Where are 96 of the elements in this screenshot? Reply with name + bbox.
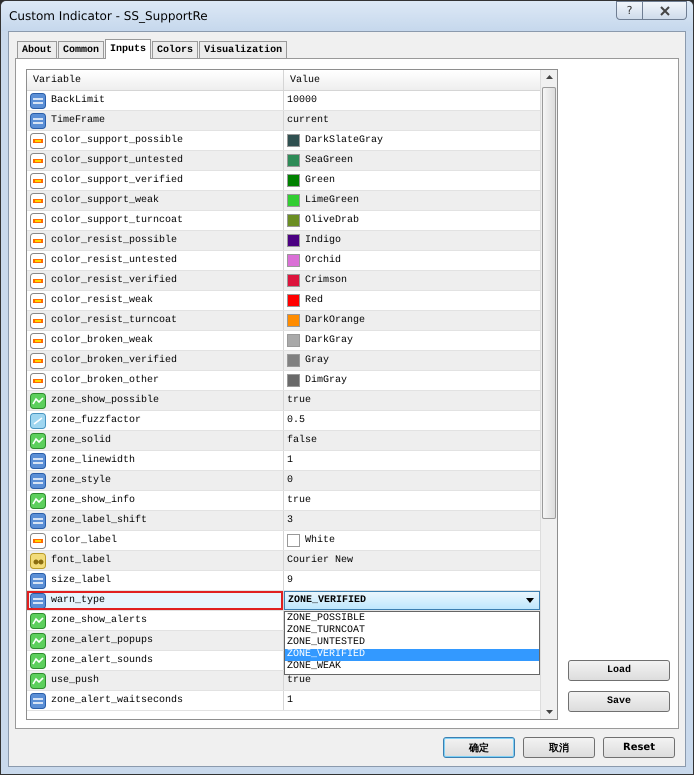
variable-cell[interactable]: zone_solid xyxy=(27,431,283,450)
value-cell[interactable]: OliveDrab xyxy=(305,215,360,226)
variable-cell[interactable]: zone_style xyxy=(27,471,283,490)
value-cell[interactable]: LimeGreen xyxy=(305,195,360,206)
dialog-button[interactable]: 确定 xyxy=(443,737,515,758)
value-cell[interactable]: true xyxy=(287,495,312,506)
variable-cell[interactable]: warn_type xyxy=(27,591,283,610)
value-cell[interactable]: true xyxy=(287,395,312,406)
bool-type-icon xyxy=(30,432,46,448)
palette-icon xyxy=(30,312,46,328)
dropdown-option[interactable]: ZONE_POSSIBLE xyxy=(285,613,539,625)
value-cell[interactable]: DarkGray xyxy=(305,335,354,346)
value-cell[interactable]: DarkSlateGray xyxy=(305,135,384,146)
tab[interactable]: About xyxy=(17,41,58,58)
variable-cell[interactable]: color_support_weak xyxy=(27,191,283,210)
value-cell[interactable]: White xyxy=(305,535,336,546)
palette-icon xyxy=(30,352,46,368)
variable-cell[interactable]: color_resist_possible xyxy=(27,231,283,250)
int-type-icon xyxy=(30,512,46,528)
variable-cell[interactable]: color_support_turncoat xyxy=(27,211,283,230)
variable-cell[interactable]: color_support_untested xyxy=(27,151,283,170)
value-cell[interactable]: true xyxy=(287,675,312,686)
value-cell[interactable]: Gray xyxy=(305,355,330,366)
variable-cell[interactable]: zone_show_possible xyxy=(27,391,283,410)
help-button[interactable]: ? xyxy=(616,1,643,20)
variable-cell[interactable]: color_label xyxy=(27,531,283,550)
variable-cell[interactable]: size_label xyxy=(27,571,283,590)
caret-icon xyxy=(526,598,534,603)
variable-cell[interactable]: color_support_verified xyxy=(27,171,283,190)
variable-cell[interactable]: TimeFrame xyxy=(27,111,283,130)
value-cell[interactable]: 3 xyxy=(287,515,294,526)
bool-type-icon xyxy=(30,672,46,688)
dialog-button[interactable]: Reset xyxy=(603,737,675,758)
variable-cell[interactable]: color_resist_verified xyxy=(27,271,283,290)
window-title: Custom Indicator - SS_SupportRe xyxy=(9,9,208,23)
dialog-button[interactable]: 取消 xyxy=(523,737,595,758)
variable-cell[interactable]: BackLimit xyxy=(27,91,283,110)
close-icon xyxy=(660,6,670,16)
variable-cell[interactable]: color_resist_untested xyxy=(27,251,283,270)
scrollbar[interactable] xyxy=(540,70,557,719)
side-button[interactable]: Load xyxy=(568,660,670,681)
variable-cell[interactable]: zone_alert_sounds xyxy=(27,651,283,670)
variable-cell[interactable]: use_push xyxy=(27,671,283,690)
value-cell[interactable]: Green xyxy=(305,175,336,186)
int-type-icon xyxy=(30,592,46,608)
palette-icon xyxy=(30,192,46,208)
variable-cell[interactable]: zone_alert_waitseconds xyxy=(27,691,283,710)
palette-icon xyxy=(30,152,46,168)
variable-cell[interactable]: zone_alert_popups xyxy=(27,631,283,650)
bool-type-icon xyxy=(30,392,46,408)
palette-icon xyxy=(30,272,46,288)
value-cell[interactable]: Courier New xyxy=(287,555,354,566)
value-dropdown[interactable]: ZONE_VERIFIED xyxy=(284,591,540,610)
variable-cell[interactable]: zone_show_alerts xyxy=(27,611,283,630)
value-cell[interactable]: Orchid xyxy=(305,255,342,266)
tab[interactable]: Common xyxy=(58,41,104,58)
variable-cell[interactable]: zone_linewidth xyxy=(27,451,283,470)
palette-icon xyxy=(30,232,46,248)
scrollbar-thumb[interactable] xyxy=(542,87,556,519)
value-cell[interactable]: Crimson xyxy=(305,275,348,286)
variable-cell[interactable]: color_broken_other xyxy=(27,371,283,390)
value-cell[interactable]: 9 xyxy=(287,575,294,586)
variable-cell[interactable]: font_label xyxy=(27,551,283,570)
dropdown-option[interactable]: ZONE_TURNCOAT xyxy=(285,625,539,637)
int-type-icon xyxy=(30,112,46,128)
value-cell[interactable]: current xyxy=(287,115,330,126)
value-cell[interactable]: 0.5 xyxy=(287,415,306,426)
tab[interactable]: Inputs xyxy=(105,39,152,59)
value-cell[interactable]: DimGray xyxy=(305,375,348,386)
variable-cell[interactable]: color_broken_verified xyxy=(27,351,283,370)
dropdown-option[interactable]: ZONE_UNTESTED xyxy=(285,637,539,649)
value-cell[interactable]: 1 xyxy=(287,695,294,706)
variable-cell[interactable]: zone_label_shift xyxy=(27,511,283,530)
variable-cell[interactable]: color_support_possible xyxy=(27,131,283,150)
close-button[interactable] xyxy=(643,1,687,20)
column-header: Variable xyxy=(32,74,82,88)
variable-cell[interactable]: color_broken_weak xyxy=(27,331,283,350)
int-type-icon xyxy=(30,472,46,488)
variable-cell[interactable]: color_resist_weak xyxy=(27,291,283,310)
dropdown-option[interactable]: ZONE_WEAK xyxy=(285,661,539,673)
value-cell[interactable]: Indigo xyxy=(305,235,342,246)
tab[interactable]: Colors xyxy=(152,41,198,58)
value-cell[interactable]: 0 xyxy=(287,475,294,486)
bool-type-icon xyxy=(30,632,46,648)
tab[interactable]: Visualization xyxy=(199,41,288,58)
string-type-icon xyxy=(30,552,46,568)
value-cell[interactable]: 1 xyxy=(287,455,294,466)
variable-cell[interactable]: color_resist_turncoat xyxy=(27,311,283,330)
value-cell[interactable]: SeaGreen xyxy=(305,155,354,166)
value-cell[interactable]: Red xyxy=(305,295,324,306)
value-cell[interactable]: false xyxy=(287,435,318,446)
value-cell[interactable]: DarkOrange xyxy=(305,315,366,326)
variable-cell[interactable]: zone_fuzzfactor xyxy=(27,411,283,430)
variable-cell[interactable]: zone_show_info xyxy=(27,491,283,510)
side-button[interactable]: Save xyxy=(568,691,670,712)
value-cell[interactable]: 10000 xyxy=(287,95,318,106)
